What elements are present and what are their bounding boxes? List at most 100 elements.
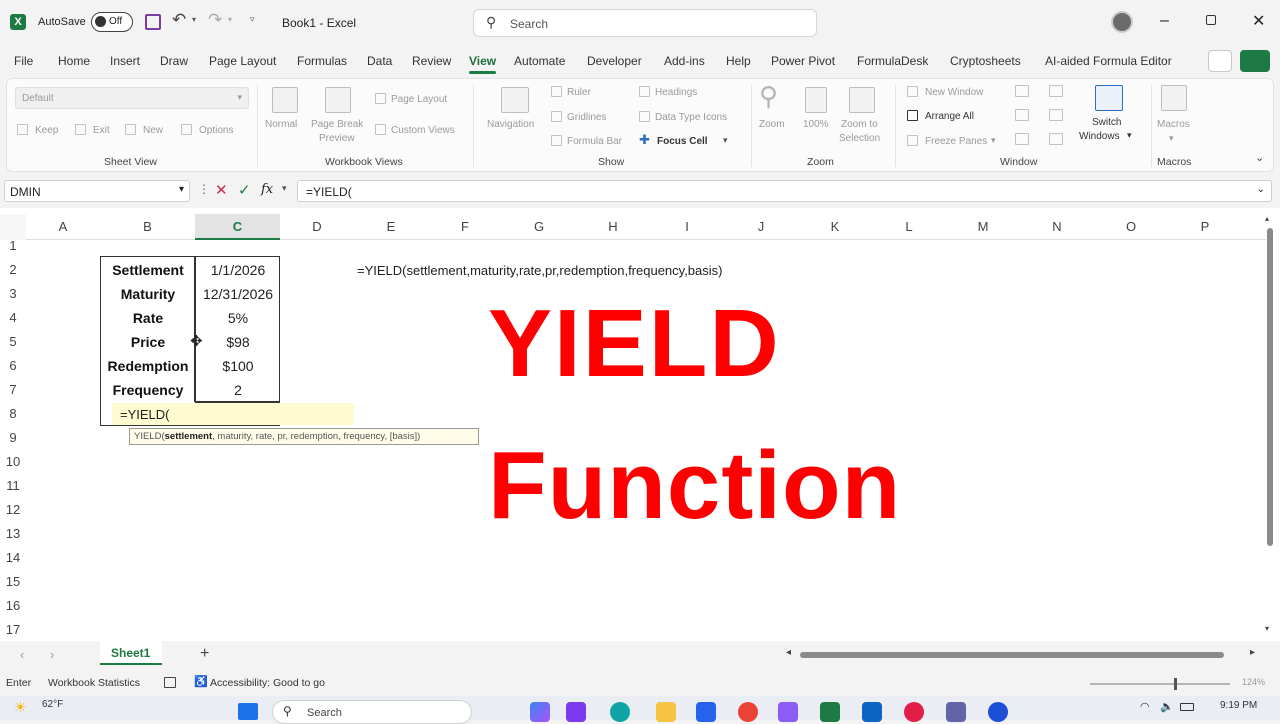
cell-b2[interactable]: Settlement [101, 262, 195, 278]
column-header-d[interactable]: D [280, 214, 354, 240]
cell-c6[interactable]: $100 [196, 358, 280, 374]
navigation-button[interactable]: Navigation [487, 119, 534, 130]
row-header-4[interactable]: 4 [0, 310, 26, 325]
sheet-view-dropdown[interactable]: Default ▾ [15, 87, 249, 109]
cancel-formula-icon[interactable]: ✕ [215, 181, 228, 199]
tab-cryptosheets[interactable]: Cryptosheets [950, 54, 1021, 68]
keep-button[interactable]: Keep [35, 125, 58, 136]
sheet-tab-sheet1[interactable]: Sheet1 [100, 641, 162, 665]
row-header-17[interactable]: 17 [0, 622, 26, 637]
start-button[interactable] [238, 703, 258, 720]
column-header-i[interactable]: I [650, 214, 724, 240]
chrome-icon[interactable] [738, 702, 758, 722]
weather-temperature[interactable]: 62°F [42, 699, 63, 710]
share-icon[interactable] [1240, 50, 1270, 72]
column-header-b[interactable]: B [100, 214, 195, 240]
vertical-scrollbar[interactable]: ▴ ▾ [1265, 214, 1274, 633]
tab-help[interactable]: Help [726, 54, 751, 68]
comments-icon[interactable] [1208, 50, 1232, 72]
undo-dropdown-icon[interactable]: ▾ [192, 15, 196, 24]
row-header-15[interactable]: 15 [0, 574, 26, 589]
cell-b4[interactable]: Rate [101, 310, 195, 326]
column-header-a[interactable]: A [26, 214, 100, 240]
column-header-k[interactable]: K [798, 214, 872, 240]
page-break-preview-button[interactable]: Page Break [311, 119, 363, 130]
custom-views-button[interactable]: Custom Views [391, 125, 455, 136]
close-icon[interactable]: ✕ [1252, 11, 1265, 31]
fx-dropdown-icon[interactable]: ▾ [282, 183, 287, 194]
formula-bar-checkbox[interactable] [551, 135, 562, 146]
row-header-16[interactable]: 16 [0, 598, 26, 613]
column-header-o[interactable]: O [1094, 214, 1168, 240]
row-header-2[interactable]: 2 [0, 262, 26, 277]
macros-button[interactable]: Macros [1157, 119, 1190, 130]
restore-icon[interactable] [1206, 15, 1216, 25]
cell-c5[interactable]: $98 [196, 334, 280, 350]
teams-icon[interactable] [946, 702, 966, 722]
freeze-panes-button[interactable]: Freeze Panes [925, 136, 987, 147]
column-header-n[interactable]: N [1020, 214, 1094, 240]
page-layout-button[interactable]: Page Layout [391, 94, 447, 105]
exit-button[interactable]: Exit [93, 125, 110, 136]
cell-b3[interactable]: Maturity [101, 286, 195, 302]
tab-automate[interactable]: Automate [514, 54, 565, 68]
taskbar-search[interactable]: ⚲ Search [272, 700, 472, 724]
system-clock[interactable]: 9:19 PM [1220, 700, 1257, 711]
cell-c7[interactable]: 2 [196, 382, 280, 398]
accessibility-status[interactable]: Accessibility: Good to go [210, 677, 325, 689]
cell-b7[interactable]: Frequency [101, 382, 195, 398]
row-header-1[interactable]: 1 [0, 238, 26, 253]
volume-icon[interactable]: 🔈 [1160, 700, 1174, 713]
save-icon[interactable] [145, 14, 161, 30]
column-header-c[interactable]: C [195, 214, 280, 240]
tab-ai-formula-editor[interactable]: AI-aided Formula Editor [1045, 54, 1172, 68]
workbook-statistics-button[interactable]: Workbook Statistics [48, 677, 140, 689]
column-header-e[interactable]: E [354, 214, 428, 240]
reset-window-position-icon[interactable] [1049, 133, 1063, 145]
row-header-5[interactable]: 5 [0, 334, 26, 349]
photos-icon[interactable] [566, 702, 586, 722]
edge-browser-icon[interactable] [610, 702, 630, 722]
vertical-scroll-thumb[interactable] [1267, 228, 1273, 546]
ruler-checkbox[interactable] [551, 86, 562, 97]
row-header-7[interactable]: 7 [0, 382, 26, 397]
settings-gear-icon[interactable] [988, 702, 1008, 722]
scroll-left-icon[interactable]: ◂ [786, 647, 791, 658]
scroll-tabs-left-icon[interactable]: ‹ [20, 647, 24, 662]
more-options-icon[interactable]: ⋮ [198, 182, 210, 196]
tab-home[interactable]: Home [58, 54, 90, 68]
zoom-to-selection-button[interactable]: Zoom to [841, 119, 878, 130]
tab-data[interactable]: Data [367, 54, 392, 68]
autosave-toggle[interactable]: Off [91, 12, 133, 32]
focus-cell-dropdown-icon[interactable]: ▾ [723, 135, 728, 146]
cell-c3[interactable]: 12/31/2026 [196, 286, 280, 302]
arrange-all-button[interactable]: Arrange All [925, 111, 974, 122]
view-side-by-side-icon[interactable] [1049, 85, 1063, 97]
row-header-9[interactable]: 9 [0, 430, 26, 445]
headings-checkbox[interactable] [639, 86, 650, 97]
select-all-corner[interactable] [0, 214, 26, 240]
column-header-f[interactable]: F [428, 214, 502, 240]
tab-view[interactable]: View [469, 54, 497, 74]
data-type-icons-checkbox[interactable] [639, 111, 650, 122]
tab-insert[interactable]: Insert [110, 54, 140, 68]
hide-icon[interactable] [1015, 109, 1029, 121]
new-view-button[interactable]: New [143, 125, 163, 136]
minimize-icon[interactable]: – [1160, 12, 1169, 30]
column-header-h[interactable]: H [576, 214, 650, 240]
function-tooltip[interactable]: YIELD(settlement, maturity, rate, pr, re… [129, 428, 479, 445]
store-icon[interactable] [696, 702, 716, 722]
normal-view-button[interactable]: Normal [265, 119, 297, 130]
weather-icon[interactable]: ☀ [14, 699, 27, 716]
column-header-j[interactable]: J [724, 214, 798, 240]
insert-function-icon[interactable]: fx [261, 182, 273, 197]
new-window-button[interactable]: New Window [925, 87, 983, 98]
row-header-6[interactable]: 6 [0, 358, 26, 373]
horizontal-scrollbar[interactable]: ◂ ▸ [786, 647, 1262, 661]
column-header-l[interactable]: L [872, 214, 946, 240]
cell-b6[interactable]: Redemption [101, 358, 195, 374]
undo-icon[interactable]: ↶ [172, 10, 186, 30]
file-explorer-icon[interactable] [656, 702, 676, 722]
tab-file[interactable]: File [14, 54, 33, 68]
column-header-g[interactable]: G [502, 214, 576, 240]
